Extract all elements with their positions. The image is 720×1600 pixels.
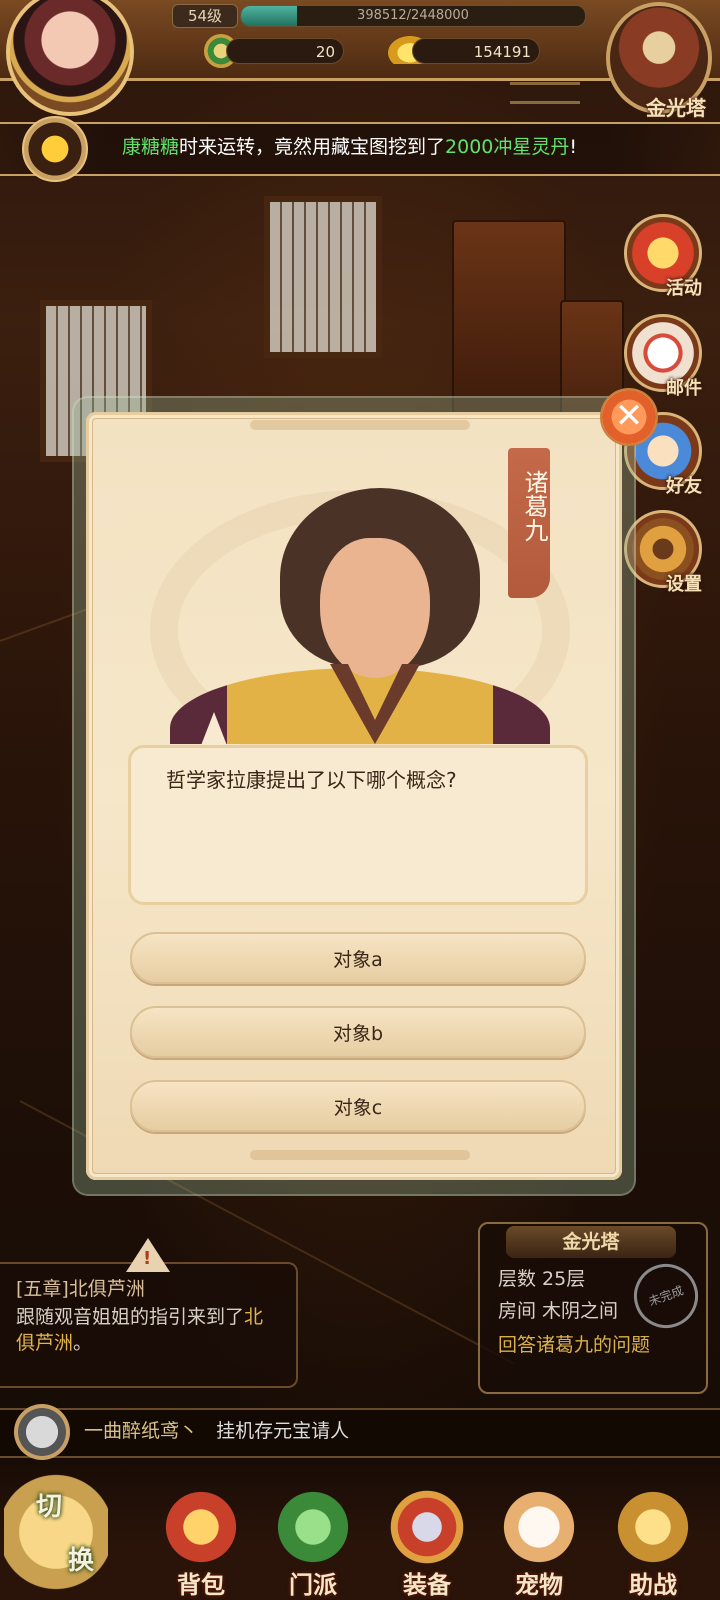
nav-assist[interactable]: 助战: [598, 1478, 708, 1600]
exp-text: 398512/2448000: [357, 8, 469, 23]
quest-title: [五章]北俱芦洲: [16, 1278, 145, 1300]
speech-bubble-tail: [200, 712, 228, 748]
announcement-player: 康糖糖: [122, 136, 180, 158]
menu-toggle-icon[interactable]: [510, 82, 580, 104]
quest-description: 跟随观音姐姐的指引来到了北俱芦洲。: [16, 1304, 292, 1356]
nav-sect-label: 门派: [289, 1571, 337, 1599]
chat-bubble-icon[interactable]: [14, 1404, 70, 1460]
warning-mark: !: [143, 1248, 152, 1269]
nav-pet-label: 宠物: [515, 1571, 563, 1599]
assist-icon: [612, 1486, 694, 1568]
close-button[interactable]: ✕: [600, 388, 658, 446]
quest-desc-prefix: 跟随观音姐姐的指引来到了: [16, 1306, 245, 1328]
tower-button-label: 金光塔: [646, 96, 706, 120]
jade-count: 20: [226, 38, 344, 64]
player-level: 54级: [172, 4, 238, 28]
npc-face: [320, 538, 430, 678]
horn-icon: [22, 116, 88, 182]
npc-portrait: [170, 478, 550, 744]
dialog-ornament-top: [250, 420, 470, 430]
chat-sender: 一曲醉纸鸢丶: [84, 1420, 199, 1442]
announcement-middle: 时来运转，竟然用藏宝图挖到了: [179, 136, 446, 158]
switch-label-bottom: 换: [68, 1546, 95, 1576]
nav-pet[interactable]: 宠物: [484, 1478, 594, 1600]
close-icon: ✕: [614, 396, 644, 436]
tower-task-title: 金光塔: [506, 1226, 676, 1258]
equipment-icon: [386, 1486, 468, 1568]
answer-button-2[interactable]: 对象b: [130, 1006, 586, 1058]
tower-task-text: 回答诸葛九的问题: [498, 1334, 651, 1356]
tower-floor: 层数 25层: [498, 1268, 586, 1290]
answer-button-1[interactable]: 对象a: [130, 932, 586, 984]
nav-bag-label: 背包: [177, 1571, 225, 1599]
activity-label: 活动: [666, 278, 702, 299]
dialog-ornament-bottom: [250, 1150, 470, 1160]
switch-label-top: 切: [36, 1492, 63, 1522]
nav-bag[interactable]: 背包: [146, 1478, 256, 1600]
settings-button[interactable]: 设置: [624, 510, 704, 595]
nav-equipment[interactable]: 装备: [372, 1478, 482, 1600]
npc-name: 诸葛九: [520, 470, 548, 542]
activity-button[interactable]: 活动: [624, 214, 704, 299]
gold-count: 154191: [412, 38, 540, 64]
background-window: [264, 196, 382, 358]
exp-bar: 398512/2448000: [240, 5, 586, 27]
announcement-end: !: [569, 136, 578, 158]
nav-sect[interactable]: 门派: [258, 1478, 368, 1600]
background-shelf: [452, 220, 566, 424]
sect-icon: [272, 1486, 354, 1568]
quest-desc-suffix: 。: [73, 1332, 93, 1354]
pet-icon: [498, 1486, 580, 1568]
nav-assist-label: 助战: [629, 1571, 677, 1599]
tower-room: 房间 木阴之间: [498, 1300, 619, 1322]
announcement-reward: 2000冲星灵丹: [445, 136, 570, 158]
friends-label: 好友: [666, 476, 702, 497]
answer-button-3[interactable]: 对象c: [130, 1080, 586, 1132]
nav-equipment-label: 装备: [403, 1571, 451, 1599]
chat-content: 挂机存元宝请人: [216, 1420, 350, 1442]
announcement-text: 康糖糖时来运转，竟然用藏宝图挖到了2000冲星灵丹!: [122, 122, 577, 172]
quest-desc-highlight2: 俱芦洲: [16, 1332, 74, 1354]
question-text: 哲学家拉康提出了以下哪个概念?: [166, 768, 457, 792]
quest-desc-highlight1: 北: [244, 1306, 264, 1328]
settings-label: 设置: [666, 574, 702, 595]
chat-message: 一曲醉纸鸢丶 挂机存元宝请人: [84, 1408, 349, 1454]
bag-icon: [160, 1486, 242, 1568]
mail-label: 邮件: [666, 378, 702, 399]
mail-button[interactable]: 邮件: [624, 314, 704, 399]
